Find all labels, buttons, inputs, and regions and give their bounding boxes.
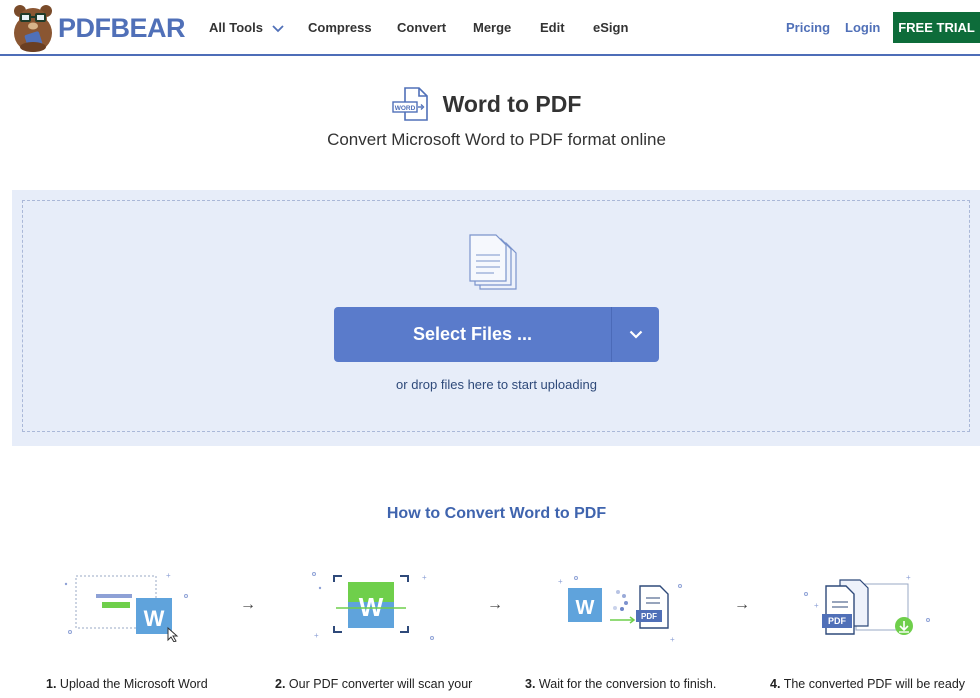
svg-text:+: +: [558, 577, 563, 586]
nav-compress[interactable]: Compress: [308, 20, 372, 35]
step-3-description: Wait for the conversion to finish.: [538, 677, 717, 691]
chevron-down-icon: [629, 330, 642, 339]
scan-word-illustration: W + +: [312, 572, 434, 640]
word-icon-label: WORD: [394, 105, 415, 112]
step-1-description: Upload the Microsoft Word: [59, 677, 208, 691]
bear-mascot-icon: [14, 5, 52, 52]
svg-text:+: +: [422, 573, 427, 582]
nav-edit[interactable]: Edit: [540, 20, 565, 35]
select-files-label: Select Files ...: [412, 324, 533, 344]
step-4-number: 4.: [770, 677, 781, 691]
word-tile-letter: W: [144, 606, 165, 631]
select-files-button[interactable]: Select Files ...: [334, 307, 659, 362]
nav-esign[interactable]: eSign: [593, 20, 628, 35]
step-1-number: 1.: [46, 677, 57, 691]
step-2-number: 2.: [275, 677, 286, 691]
page-title: Word to PDF: [442, 90, 582, 117]
upload-source-dropdown[interactable]: [612, 330, 659, 339]
nav-all-tools[interactable]: All Tools: [209, 20, 284, 35]
step-3-text: 3. Wait for the conversion to finish.: [525, 677, 716, 691]
step-2-text: 2. Our PDF converter will scan your: [275, 677, 472, 691]
svg-text:+: +: [814, 601, 819, 610]
brand-name: PDFBEAR: [58, 12, 186, 43]
step-4-description: The converted PDF will be ready: [783, 677, 966, 691]
files-stack-icon: [469, 234, 517, 290]
nav-convert[interactable]: Convert: [397, 20, 446, 35]
step-arrow-1: →: [240, 596, 256, 613]
free-trial-button[interactable]: FREE TRIAL: [893, 12, 980, 43]
pdf-label: PDF: [828, 616, 847, 626]
chevron-down-icon: [271, 24, 284, 32]
step-2-description: Our PDF converter will scan your: [288, 677, 473, 691]
word-tile-letter: W: [359, 592, 384, 622]
upload-word-illustration: W +: [64, 571, 188, 642]
nav-pricing[interactable]: Pricing: [786, 20, 830, 35]
pdf-ready-illustration: PDF + +: [804, 573, 930, 635]
step-4-text: 4. The converted PDF will be ready: [770, 677, 965, 691]
brand-logo[interactable]: PDFBEAR: [12, 2, 186, 54]
step-arrow-2: →: [487, 596, 503, 613]
nav-login[interactable]: Login: [845, 20, 880, 35]
drop-hint-text: or drop files here to start uploading: [396, 377, 597, 392]
nav-all-tools-label: All Tools: [209, 20, 263, 35]
step-3-number: 3.: [525, 677, 536, 691]
step-1-text: 1. Upload the Microsoft Word: [46, 677, 208, 691]
word-document-icon: WORD: [391, 87, 428, 121]
svg-text:+: +: [166, 571, 171, 580]
svg-text:+: +: [670, 635, 675, 644]
word-tile-letter: W: [576, 597, 595, 619]
svg-text:+: +: [906, 573, 911, 582]
pdf-label: PDF: [641, 612, 657, 621]
nav-merge[interactable]: Merge: [473, 20, 511, 35]
converting-illustration: W PDF + +: [558, 576, 682, 644]
how-to-title: How to Convert Word to PDF: [386, 505, 607, 522]
page-subtitle: Convert Microsoft Word to PDF format onl…: [327, 130, 666, 149]
site-header: PDFBEAR All Tools Compress Convert Merge…: [0, 0, 980, 56]
step-arrow-3: →: [734, 596, 750, 613]
page-heading: WORD Word to PDF: [0, 84, 980, 124]
svg-text:+: +: [314, 631, 319, 640]
